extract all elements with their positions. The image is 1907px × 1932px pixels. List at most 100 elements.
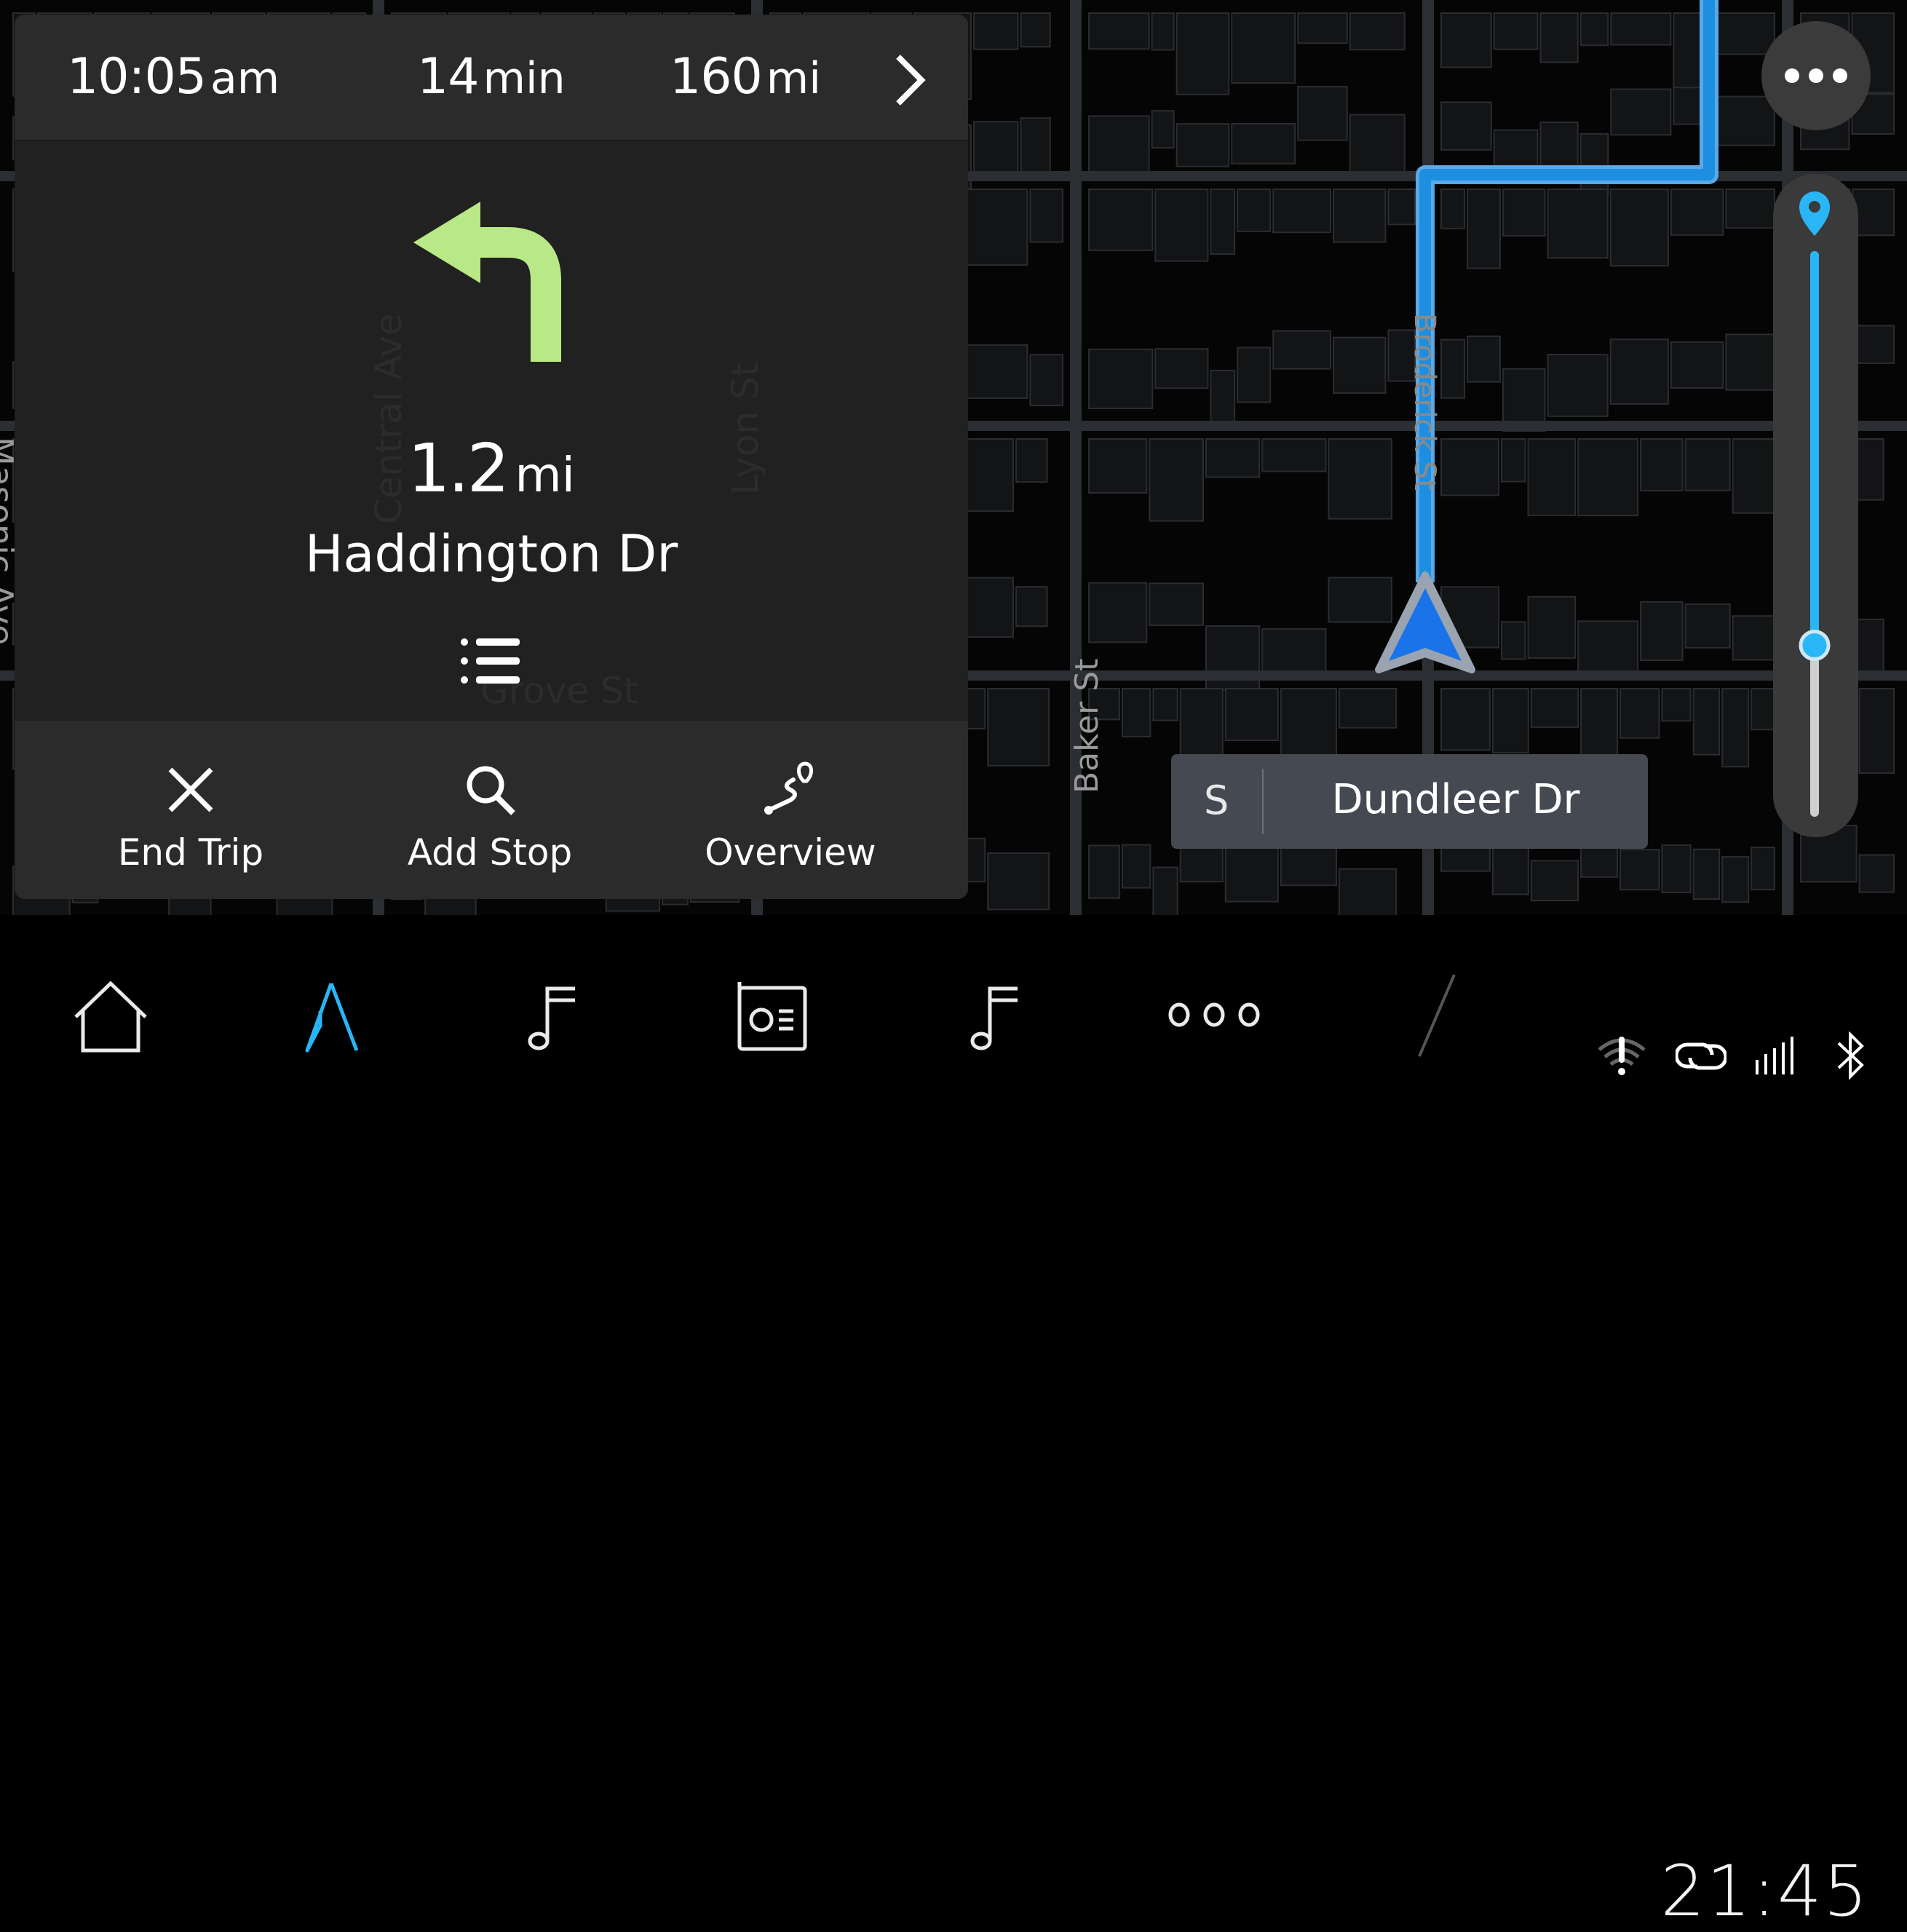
building — [1466, 189, 1501, 269]
add-stop-button[interactable]: Add Stop — [344, 721, 635, 899]
building — [1670, 341, 1724, 389]
signal-icon — [1756, 1037, 1793, 1074]
building — [1088, 115, 1150, 181]
building — [959, 438, 1015, 512]
building — [1721, 856, 1750, 903]
building — [1721, 688, 1750, 768]
building — [1121, 688, 1151, 737]
building — [1547, 189, 1609, 259]
building — [1154, 189, 1209, 262]
building — [1751, 688, 1776, 731]
building — [1580, 688, 1619, 756]
building — [1684, 603, 1731, 649]
building — [1852, 325, 1895, 364]
music-icon[interactable] — [967, 984, 1025, 1054]
building — [1175, 12, 1230, 95]
bluetooth-icon — [1837, 1032, 1864, 1080]
navigation-icon[interactable] — [298, 981, 364, 1053]
divider-slash — [1418, 974, 1456, 1057]
location-pin-icon — [1799, 191, 1830, 236]
end-trip-button[interactable]: End Trip — [45, 721, 336, 899]
remaining-distance: 160 mi — [670, 48, 821, 106]
building — [1121, 844, 1151, 889]
maneuver-distance: 1.2 mi — [408, 429, 575, 507]
search-icon — [467, 766, 515, 815]
building — [1328, 438, 1392, 520]
building — [1527, 595, 1577, 659]
building — [987, 688, 1050, 767]
building — [1088, 12, 1150, 50]
more-options-button[interactable] — [1761, 21, 1871, 130]
building — [1151, 110, 1175, 149]
maneuver-street: Haddington Dr — [304, 524, 678, 584]
more-apps-icon[interactable] — [1165, 999, 1264, 1031]
add-stop-label: Add Stop — [407, 831, 573, 874]
building — [1272, 189, 1331, 234]
building — [1237, 189, 1272, 232]
building — [1020, 117, 1051, 175]
building — [1661, 688, 1692, 722]
building — [962, 189, 1028, 266]
building — [1179, 688, 1224, 766]
street-label-baker: Baker St — [1069, 658, 1106, 793]
connected-link-icon — [1676, 1042, 1726, 1070]
building — [1440, 101, 1492, 151]
building — [1692, 848, 1721, 900]
building — [1440, 189, 1465, 229]
building — [973, 121, 1019, 177]
building — [1224, 688, 1279, 742]
wifi-alert-icon — [1598, 1037, 1646, 1075]
building — [1154, 348, 1209, 389]
building — [1205, 438, 1261, 478]
arrival-time: 10:05 am — [67, 48, 280, 106]
building — [973, 12, 1019, 50]
building — [1210, 189, 1236, 256]
building — [959, 577, 1015, 638]
building — [1725, 333, 1775, 391]
clock: 21:45 — [1660, 1850, 1869, 1932]
trip-summary-header[interactable]: 10:05 am 14 min 160 mi — [15, 15, 968, 141]
building — [1175, 123, 1230, 167]
building — [1349, 114, 1406, 173]
music-icon[interactable] — [524, 984, 582, 1054]
building — [1640, 601, 1684, 661]
building — [1684, 438, 1731, 491]
building — [1152, 688, 1178, 721]
trip-actions: End Trip Add Stop Overview — [15, 721, 968, 899]
chevron-right-icon[interactable] — [888, 51, 932, 109]
building — [1152, 866, 1178, 915]
end-trip-label: End Trip — [117, 831, 264, 874]
bottom-system-bar: 21:45 — [0, 915, 1907, 1932]
building — [1297, 12, 1348, 44]
building — [1609, 339, 1669, 405]
building — [1610, 12, 1672, 46]
building — [1339, 688, 1397, 729]
radio-icon[interactable] — [737, 979, 809, 1052]
building — [1088, 582, 1148, 644]
building — [1349, 12, 1406, 51]
building — [1500, 621, 1526, 660]
turn-list-icon[interactable] — [459, 633, 524, 692]
zoom-slider-graphic — [1799, 191, 1831, 817]
building — [1088, 844, 1120, 899]
route-overview-icon — [764, 761, 813, 815]
zoom-slider[interactable] — [1773, 174, 1858, 837]
building — [1500, 438, 1526, 483]
more-horizontal-icon — [1785, 68, 1847, 83]
building — [1661, 844, 1692, 893]
building — [1502, 189, 1546, 237]
building — [1619, 849, 1660, 891]
building — [1640, 438, 1684, 491]
building — [1466, 335, 1501, 383]
building — [1231, 122, 1296, 165]
building — [1231, 12, 1296, 84]
building — [1297, 86, 1348, 141]
building — [1732, 615, 1776, 661]
remaining-time: 14 min — [417, 48, 566, 106]
building — [1539, 12, 1579, 63]
building — [1527, 438, 1577, 516]
home-icon[interactable] — [73, 979, 148, 1055]
building — [1088, 189, 1154, 251]
overview-button[interactable]: Overview — [645, 721, 936, 899]
building — [1015, 438, 1048, 483]
